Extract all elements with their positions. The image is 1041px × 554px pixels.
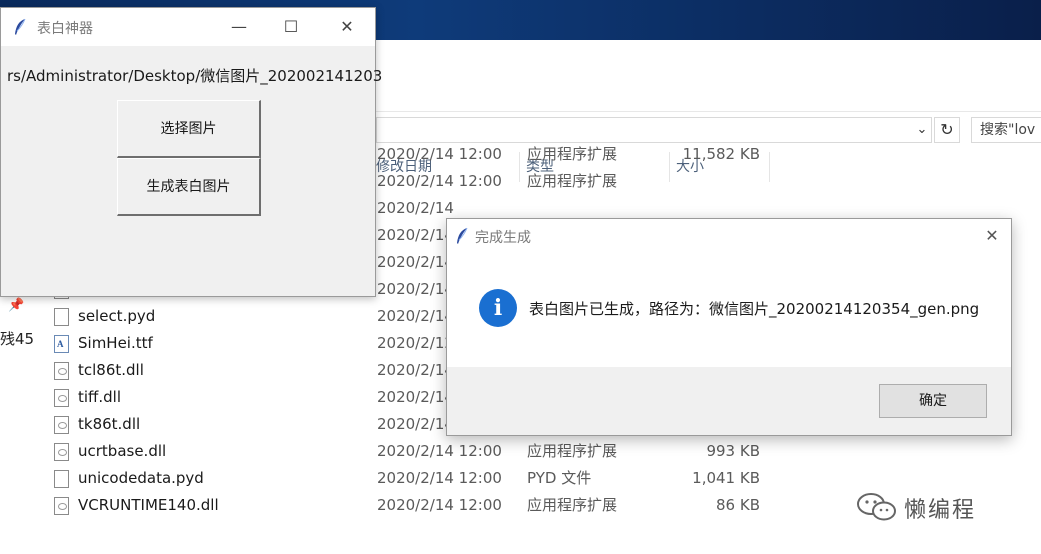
- file-size: 86 KB: [716, 496, 760, 514]
- table-row[interactable]: unicodedata.pyd 2020/2/14 12:00 PYD 文件 1,04…: [0, 465, 780, 492]
- title-bar: 表白神器 — ☐ ✕: [1, 8, 375, 46]
- file-path-label: rs/Administrator/Desktop/微信图片_2020021412…: [7, 67, 383, 85]
- file-date: 2020/2/14: [377, 226, 454, 244]
- file-name: tcl86t.dll: [78, 361, 144, 379]
- file-name: tk86t.dll: [78, 415, 141, 433]
- file-icon: [54, 308, 69, 326]
- dialog-footer: 确定: [447, 367, 1011, 435]
- file-date: 2020/2/14 12:00: [377, 442, 502, 460]
- font-file-icon: A: [54, 335, 69, 353]
- file-name: VCRUNTIME140.dll: [78, 496, 219, 514]
- info-icon: i: [479, 289, 517, 327]
- file-name: select.pyd: [78, 307, 156, 325]
- dialog-title-bar: 完成生成 ✕: [447, 219, 1011, 253]
- dll-file-icon: [54, 389, 69, 407]
- watermark-text: 懒编程: [904, 498, 977, 523]
- app-window: 表白神器 — ☐ ✕ rs/Administrator/Desktop/微信图片…: [0, 7, 382, 297]
- minimize-button[interactable]: —: [219, 14, 259, 40]
- refresh-button[interactable]: ↻: [934, 117, 960, 143]
- info-dialog: 完成生成 ✕ i 表白图片已生成，路径为：微信图片_20200214120354…: [446, 218, 1012, 436]
- dll-file-icon: [54, 497, 69, 515]
- file-type: 应用程序扩展: [527, 172, 618, 190]
- file-name: ucrtbase.dll: [78, 442, 167, 460]
- dll-file-icon: [54, 443, 69, 461]
- file-type: 应用程序扩展: [527, 442, 618, 460]
- file-size: 1,041 KB: [692, 469, 760, 487]
- chevron-down-icon[interactable]: ⌄: [912, 119, 932, 141]
- dialog-close-button[interactable]: ✕: [979, 223, 1005, 249]
- file-date: 2020/2/14: [377, 280, 454, 298]
- file-date: 2020/2/14: [377, 199, 454, 217]
- file-date: 2020/2/14 12:00: [377, 145, 502, 163]
- file-date: 2020/2/14 12:00: [377, 172, 502, 190]
- file-type: 应用程序扩展: [527, 496, 618, 514]
- file-date: 2020/2/14: [377, 307, 454, 325]
- file-icon: [54, 470, 69, 488]
- file-type: PYD 文件: [527, 469, 592, 487]
- table-row[interactable]: ucrtbase.dll 2020/2/14 12:00 应用程序扩展 993 KB: [0, 438, 780, 465]
- window-title: 表白神器: [37, 21, 93, 37]
- file-size: 11,582 KB: [682, 145, 760, 163]
- close-button[interactable]: ✕: [327, 14, 367, 40]
- address-bar[interactable]: [376, 117, 932, 143]
- file-date: 2020/2/14: [377, 253, 454, 271]
- search-input[interactable]: 搜索"lov: [971, 117, 1041, 143]
- select-image-button[interactable]: 选择图片: [117, 100, 261, 158]
- generate-image-button[interactable]: 生成表白图片: [117, 158, 261, 216]
- wechat-logo-icon: [857, 493, 896, 521]
- feather-icon: [457, 227, 468, 244]
- maximize-button[interactable]: ☐: [271, 14, 311, 40]
- file-size: 993 KB: [706, 442, 760, 460]
- dialog-title: 完成生成: [475, 230, 531, 246]
- dll-file-icon: [54, 416, 69, 434]
- table-row[interactable]: VCRUNTIME140.dll 2020/2/14 12:00 应用程序扩展 86 …: [0, 492, 780, 519]
- ok-button[interactable]: 确定: [879, 384, 987, 418]
- file-name: SimHei.ttf: [78, 334, 153, 352]
- file-date: 2020/2/14 12:00: [377, 469, 502, 487]
- feather-icon: [15, 18, 26, 35]
- file-date: 2020/2/14: [377, 361, 454, 379]
- file-date: 2020/2/14 12:00: [377, 496, 502, 514]
- file-name: tiff.dll: [78, 388, 122, 406]
- dialog-message: 表白图片已生成，路径为：微信图片_20200214120354_gen.png: [529, 300, 980, 318]
- file-name: unicodedata.pyd: [78, 469, 204, 487]
- file-date: 2020/2/12: [377, 334, 454, 352]
- file-type: 应用程序扩展: [527, 145, 618, 163]
- dll-file-icon: [54, 362, 69, 380]
